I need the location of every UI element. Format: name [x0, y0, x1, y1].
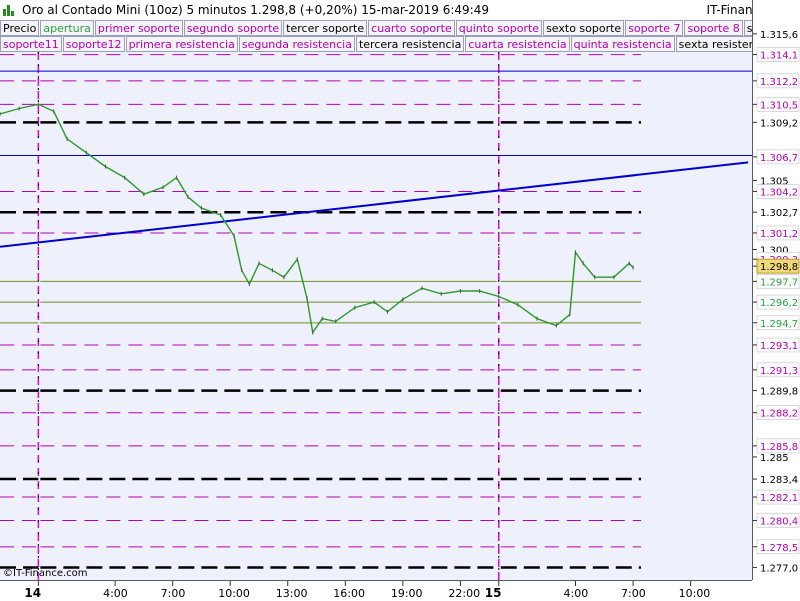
time-axis[interactable]: 14 4:00 7:00 10:00 13:00 16:00 19:00 22:00 15 4:0…: [0, 580, 752, 601]
time-tick-label: 10:00: [679, 587, 711, 600]
legend-item[interactable]: apertura: [40, 20, 94, 36]
legend-item[interactable]: quinto soporte: [455, 20, 543, 36]
price-tick-label: 1.309,2: [760, 118, 798, 129]
legend-item[interactable]: tercer soporte: [283, 20, 368, 36]
time-tick-label: 13:00: [276, 587, 308, 600]
legend-item[interactable]: quinta resistencia: [570, 36, 675, 52]
plot-area[interactable]: [0, 52, 752, 580]
legend-item[interactable]: cuarto soporte: [368, 20, 455, 36]
legend-row-2: soporte11 soporte12 primera resistencia seg…: [0, 36, 752, 52]
price-tick-label: 1.285: [760, 453, 789, 464]
price-tick-label: 1.312,2: [760, 77, 798, 88]
price-tick-label: 1.296,2: [760, 298, 798, 309]
legend-item[interactable]: segunda resistencia: [238, 36, 355, 52]
price-tick-label: 1.288,2: [760, 409, 798, 420]
price-tick-label: 1.304,2: [760, 187, 798, 198]
price-tick-label: 1.301,2: [760, 229, 798, 240]
price-tick-label: 1.278,5: [760, 543, 798, 554]
price-tick-label: 1.291,3: [760, 366, 798, 377]
time-tick-label: 15: [485, 586, 502, 600]
legend-item[interactable]: tercera resistencia: [355, 36, 465, 52]
chart-window: Oro al Contado Mini (10oz) 5 minutos 1.2…: [0, 0, 800, 601]
price-tick-label: 1.298,8: [760, 262, 798, 273]
legend-item[interactable]: soporte12: [62, 36, 125, 52]
time-tick-label: 22:00: [448, 587, 480, 600]
price-tick-label: 1.280,4: [760, 517, 798, 528]
time-tick-label: 14: [24, 586, 41, 600]
copyright-label: ©IT-Finance.com: [3, 568, 88, 579]
candlestick-icon: [3, 4, 15, 16]
price-tick-label: 1.297,7: [760, 277, 798, 288]
price-tick-label: 1.293,1: [760, 341, 798, 352]
legend-item[interactable]: cuarta resistencia: [465, 36, 570, 52]
time-tick-label: 7:00: [161, 587, 186, 600]
legend-item[interactable]: soporte9: [743, 20, 752, 36]
time-tick-label: 4:00: [564, 587, 589, 600]
price-tick-label: 1.315,6: [760, 30, 798, 41]
plot-background: [0, 52, 752, 580]
time-tick-label: 7:00: [621, 587, 646, 600]
legend-item[interactable]: soporte 8: [684, 20, 743, 36]
legend-item[interactable]: primer soporte: [94, 20, 183, 36]
chart-title: Oro al Contado Mini (10oz) 5 minutos 1.2…: [22, 3, 489, 17]
price-tick-label: 1.277,0: [760, 564, 798, 575]
price-tick-label: 1.289,8: [760, 387, 798, 398]
legend-item[interactable]: sexta resistencia: [675, 36, 752, 52]
legend-item[interactable]: Precio: [0, 20, 40, 36]
price-tick-label: 1.285,8: [760, 442, 798, 453]
price-tick-label: 1.282,1: [760, 493, 798, 504]
time-tick-label: 10:00: [218, 587, 250, 600]
price-tick-label: 1.310,5: [760, 100, 798, 111]
price-tick-label: 1.283,4: [760, 475, 798, 486]
legend-item[interactable]: soporte 7: [625, 20, 684, 36]
time-tick-label: 4:00: [103, 587, 128, 600]
legend-row-1: Precio apertura primer soporte segundo sopo…: [0, 20, 752, 36]
title-bar: Oro al Contado Mini (10oz) 5 minutos 1.2…: [0, 0, 800, 20]
price-tick-label: 1.306,7: [760, 153, 798, 164]
legend-item[interactable]: sexto soporte: [543, 20, 625, 36]
legend-item[interactable]: primera resistencia: [125, 36, 238, 52]
time-tick-label: 16:00: [333, 587, 365, 600]
price-tick-label: 1.302,7: [760, 208, 798, 219]
price-tick-label: 1.314,1: [760, 51, 798, 62]
time-tick-label: 19:00: [391, 587, 423, 600]
legend-item[interactable]: soporte11: [0, 36, 62, 52]
price-tick-label: 1.294,7: [760, 319, 798, 330]
legend-item[interactable]: segundo soporte: [183, 20, 283, 36]
price-axis[interactable]: 1.315,6 1.314,1 1.312,2 1.310,5 1.309,2 1.306…: [752, 0, 800, 580]
